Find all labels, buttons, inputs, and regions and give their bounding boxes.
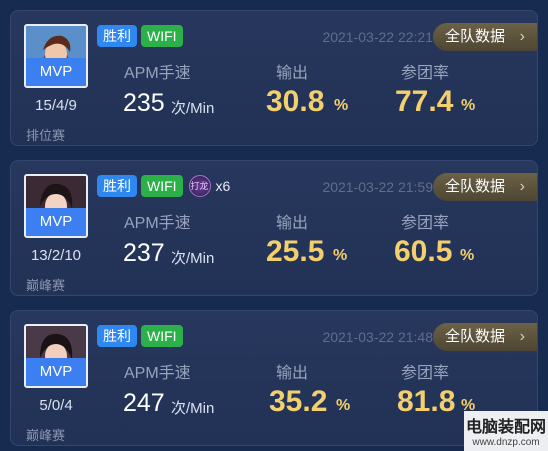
watermark-title: 电脑装配网 xyxy=(465,419,546,436)
chevron-right-icon: › xyxy=(519,328,525,345)
output-percent: % xyxy=(334,97,349,114)
output-value: 35.2 xyxy=(269,385,328,418)
team-rate-percent: % xyxy=(461,97,476,114)
team-rate-value: 77.4 xyxy=(395,85,454,118)
badge-row: 胜利 WIFI xyxy=(97,25,183,47)
dragon-kill-icon: 打龙 xyxy=(188,175,211,197)
network-badge: WIFI xyxy=(141,325,183,347)
kda-value: 5/0/4 xyxy=(39,397,73,414)
watermark: 电脑装配网 www.dnzp.com xyxy=(464,411,548,451)
output-percent: % xyxy=(336,397,351,414)
apm-label: APM手速 xyxy=(124,65,191,82)
team-rate-value: 81.8 xyxy=(397,385,456,418)
team-data-label: 全队数据 xyxy=(445,178,506,195)
team-rate-label: 参团率 xyxy=(401,65,450,82)
output-value: 25.5 xyxy=(266,235,325,268)
game-mode: 巅峰赛 xyxy=(26,278,66,293)
match-card[interactable]: MVP 5/0/4 巅峰赛 胜利 WIFI 2021-03-22 21:48 全… xyxy=(10,310,538,446)
apm-label: APM手速 xyxy=(124,365,191,382)
kda-value: 15/4/9 xyxy=(35,97,77,114)
team-data-label: 全队数据 xyxy=(445,28,506,45)
hero-avatar: MVP xyxy=(24,24,88,88)
team-data-button[interactable]: 全队数据 › xyxy=(433,173,537,201)
hero-avatar: MVP xyxy=(24,174,88,238)
apm-unit: 次/Min xyxy=(171,250,215,267)
watermark-url: www.dnzp.com xyxy=(472,437,540,448)
output-label: 输出 xyxy=(276,65,309,82)
hero-avatar: MVP xyxy=(24,324,88,388)
network-badge: WIFI xyxy=(141,175,183,197)
match-date: 2021-03-22 21:59 xyxy=(322,179,433,195)
kda-value: 13/2/10 xyxy=(30,247,82,264)
team-data-button[interactable]: 全队数据 › xyxy=(433,23,537,51)
apm-label: APM手速 xyxy=(124,215,191,232)
game-mode: 巅峰赛 xyxy=(26,428,66,443)
output-value: 30.8 xyxy=(266,85,325,118)
apm-unit: 次/Min xyxy=(171,100,215,117)
team-rate-label: 参团率 xyxy=(401,365,450,382)
mvp-badge: MVP xyxy=(26,58,86,86)
chevron-right-icon: › xyxy=(519,178,525,195)
output-label: 输出 xyxy=(276,365,309,382)
team-rate-value: 60.5 xyxy=(394,235,453,268)
mvp-badge: MVP xyxy=(26,208,86,236)
chevron-right-icon: › xyxy=(519,28,525,45)
team-rate-percent: % xyxy=(460,247,475,264)
badge-row: 胜利 WIFI 打龙 x6 xyxy=(97,175,230,197)
result-badge: 胜利 xyxy=(97,175,137,197)
network-badge: WIFI xyxy=(141,25,183,47)
dragon-kill-count: x6 xyxy=(215,178,231,194)
team-rate-label: 参团率 xyxy=(401,215,450,232)
result-badge: 胜利 xyxy=(97,325,137,347)
apm-value: 237 xyxy=(123,239,165,267)
team-data-label: 全队数据 xyxy=(445,328,506,345)
output-label: 输出 xyxy=(276,215,309,232)
mvp-badge: MVP xyxy=(26,358,86,386)
game-mode: 排位赛 xyxy=(26,128,66,143)
match-date: 2021-03-22 21:48 xyxy=(322,329,433,345)
result-badge: 胜利 xyxy=(97,25,137,47)
team-data-button[interactable]: 全队数据 › xyxy=(433,323,537,351)
output-percent: % xyxy=(333,247,348,264)
match-card[interactable]: MVP 15/4/9 排位赛 胜利 WIFI 2021-03-22 22:21 … xyxy=(10,10,538,146)
match-card[interactable]: MVP 13/2/10 巅峰赛 胜利 WIFI 打龙 x6 2021-03-22… xyxy=(10,160,538,296)
apm-value: 235 xyxy=(123,89,165,117)
apm-value: 247 xyxy=(123,389,165,417)
match-date: 2021-03-22 22:21 xyxy=(322,29,433,45)
badge-row: 胜利 WIFI xyxy=(97,325,183,347)
apm-unit: 次/Min xyxy=(171,400,215,417)
